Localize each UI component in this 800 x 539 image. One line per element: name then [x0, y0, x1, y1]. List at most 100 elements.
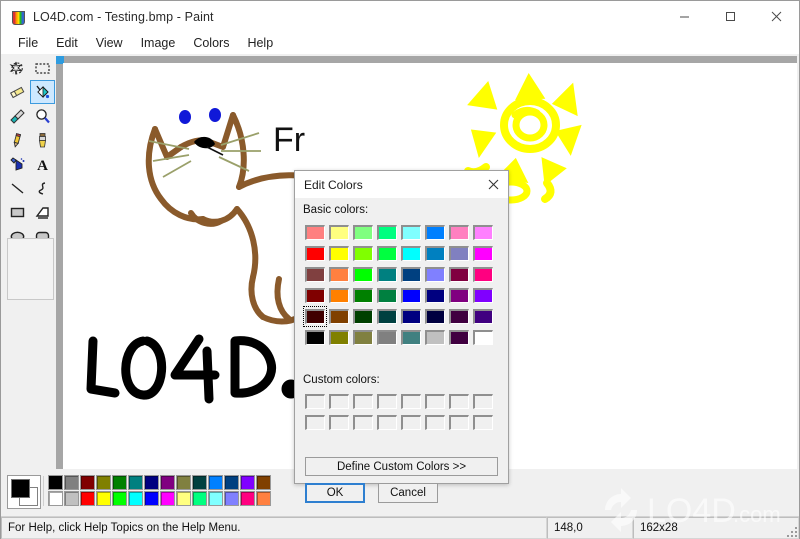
basic-color-swatch[interactable] — [303, 222, 327, 243]
current-colors-indicator[interactable] — [7, 475, 41, 509]
basic-color-swatch[interactable] — [471, 285, 495, 306]
basic-color-swatch[interactable] — [423, 243, 447, 264]
curve-icon[interactable] — [30, 176, 55, 200]
palette-color-cell[interactable] — [144, 491, 159, 506]
close-icon[interactable] — [753, 1, 799, 32]
custom-color-swatch[interactable] — [447, 391, 471, 412]
custom-color-swatch[interactable] — [375, 412, 399, 433]
menu-view[interactable]: View — [87, 34, 132, 52]
basic-color-swatch[interactable] — [303, 327, 327, 348]
pencil-icon[interactable] — [5, 128, 30, 152]
basic-color-swatch[interactable] — [327, 243, 351, 264]
basic-color-swatch[interactable] — [423, 264, 447, 285]
custom-color-swatch[interactable] — [303, 412, 327, 433]
basic-color-swatch[interactable] — [447, 327, 471, 348]
palette-color-cell[interactable] — [160, 475, 175, 490]
menu-help[interactable]: Help — [238, 34, 282, 52]
basic-color-swatch[interactable] — [351, 306, 375, 327]
custom-color-swatch[interactable] — [399, 391, 423, 412]
basic-color-swatch[interactable] — [303, 264, 327, 285]
basic-color-swatch[interactable] — [447, 264, 471, 285]
basic-color-swatch[interactable] — [471, 264, 495, 285]
palette-color-cell[interactable] — [128, 491, 143, 506]
basic-color-swatch[interactable] — [375, 222, 399, 243]
basic-color-swatch[interactable] — [471, 306, 495, 327]
menu-edit[interactable]: Edit — [47, 34, 87, 52]
palette-color-cell[interactable] — [240, 475, 255, 490]
palette-color-cell[interactable] — [256, 491, 271, 506]
basic-color-swatch[interactable] — [375, 306, 399, 327]
palette-color-cell[interactable] — [160, 491, 175, 506]
basic-color-swatch[interactable] — [327, 285, 351, 306]
basic-color-swatch[interactable] — [375, 285, 399, 306]
custom-color-swatch[interactable] — [471, 412, 495, 433]
palette-color-cell[interactable] — [96, 475, 111, 490]
basic-color-swatch[interactable] — [327, 306, 351, 327]
palette-color-cell[interactable] — [192, 475, 207, 490]
basic-color-swatch[interactable] — [423, 327, 447, 348]
custom-color-swatch[interactable] — [327, 412, 351, 433]
basic-color-swatch[interactable] — [375, 327, 399, 348]
rectangle-icon[interactable] — [5, 200, 30, 224]
basic-color-swatch[interactable] — [351, 327, 375, 348]
magnifier-icon[interactable] — [30, 104, 55, 128]
menu-image[interactable]: Image — [132, 34, 185, 52]
basic-color-swatch[interactable] — [327, 264, 351, 285]
custom-color-swatch[interactable] — [423, 391, 447, 412]
basic-color-swatch[interactable] — [471, 327, 495, 348]
basic-color-swatch[interactable] — [471, 222, 495, 243]
basic-color-swatch[interactable] — [447, 306, 471, 327]
custom-color-swatch[interactable] — [303, 391, 327, 412]
menu-file[interactable]: File — [9, 34, 47, 52]
basic-color-swatch[interactable] — [303, 285, 327, 306]
palette-color-cell[interactable] — [208, 491, 223, 506]
basic-color-swatch[interactable] — [399, 306, 423, 327]
palette-color-cell[interactable] — [48, 475, 63, 490]
basic-color-swatch[interactable] — [399, 285, 423, 306]
basic-color-swatch[interactable] — [399, 222, 423, 243]
line-icon[interactable] — [5, 176, 30, 200]
palette-color-cell[interactable] — [80, 475, 95, 490]
custom-color-swatch[interactable] — [327, 391, 351, 412]
palette-color-cell[interactable] — [112, 475, 127, 490]
basic-color-swatch[interactable] — [423, 285, 447, 306]
basic-color-swatch[interactable] — [351, 285, 375, 306]
text-icon[interactable]: A — [30, 152, 55, 176]
resize-grip[interactable] — [785, 525, 797, 537]
palette-color-cell[interactable] — [176, 475, 191, 490]
fill-with-color-icon[interactable] — [30, 80, 55, 104]
close-icon[interactable] — [478, 171, 508, 198]
palette-color-cell[interactable] — [240, 491, 255, 506]
pick-color-icon[interactable] — [5, 104, 30, 128]
ok-button[interactable]: OK — [305, 483, 365, 503]
free-form-select-icon[interactable] — [5, 56, 30, 80]
palette-color-cell[interactable] — [176, 491, 191, 506]
maximize-icon[interactable] — [707, 1, 753, 32]
brush-icon[interactable] — [30, 128, 55, 152]
custom-color-swatch[interactable] — [423, 412, 447, 433]
rectangle-select-icon[interactable] — [30, 56, 55, 80]
foreground-color-swatch[interactable] — [11, 479, 30, 498]
palette-color-cell[interactable] — [256, 475, 271, 490]
basic-color-swatch[interactable] — [447, 285, 471, 306]
palette-color-cell[interactable] — [128, 475, 143, 490]
palette-color-cell[interactable] — [80, 491, 95, 506]
palette-color-cell[interactable] — [48, 491, 63, 506]
basic-color-swatch[interactable] — [303, 306, 327, 327]
basic-color-swatch[interactable] — [423, 222, 447, 243]
custom-color-swatch[interactable] — [351, 391, 375, 412]
custom-color-swatch[interactable] — [447, 412, 471, 433]
eraser-icon[interactable] — [5, 80, 30, 104]
palette-color-cell[interactable] — [64, 491, 79, 506]
palette-color-cell[interactable] — [208, 475, 223, 490]
basic-color-swatch[interactable] — [351, 222, 375, 243]
basic-color-swatch[interactable] — [447, 222, 471, 243]
basic-color-swatch[interactable] — [303, 243, 327, 264]
basic-color-swatch[interactable] — [399, 243, 423, 264]
menu-colors[interactable]: Colors — [184, 34, 238, 52]
basic-color-swatch[interactable] — [447, 243, 471, 264]
basic-color-swatch[interactable] — [471, 243, 495, 264]
basic-color-swatch[interactable] — [351, 243, 375, 264]
canvas-top-ruler[interactable] — [56, 56, 797, 63]
custom-color-swatch[interactable] — [375, 391, 399, 412]
